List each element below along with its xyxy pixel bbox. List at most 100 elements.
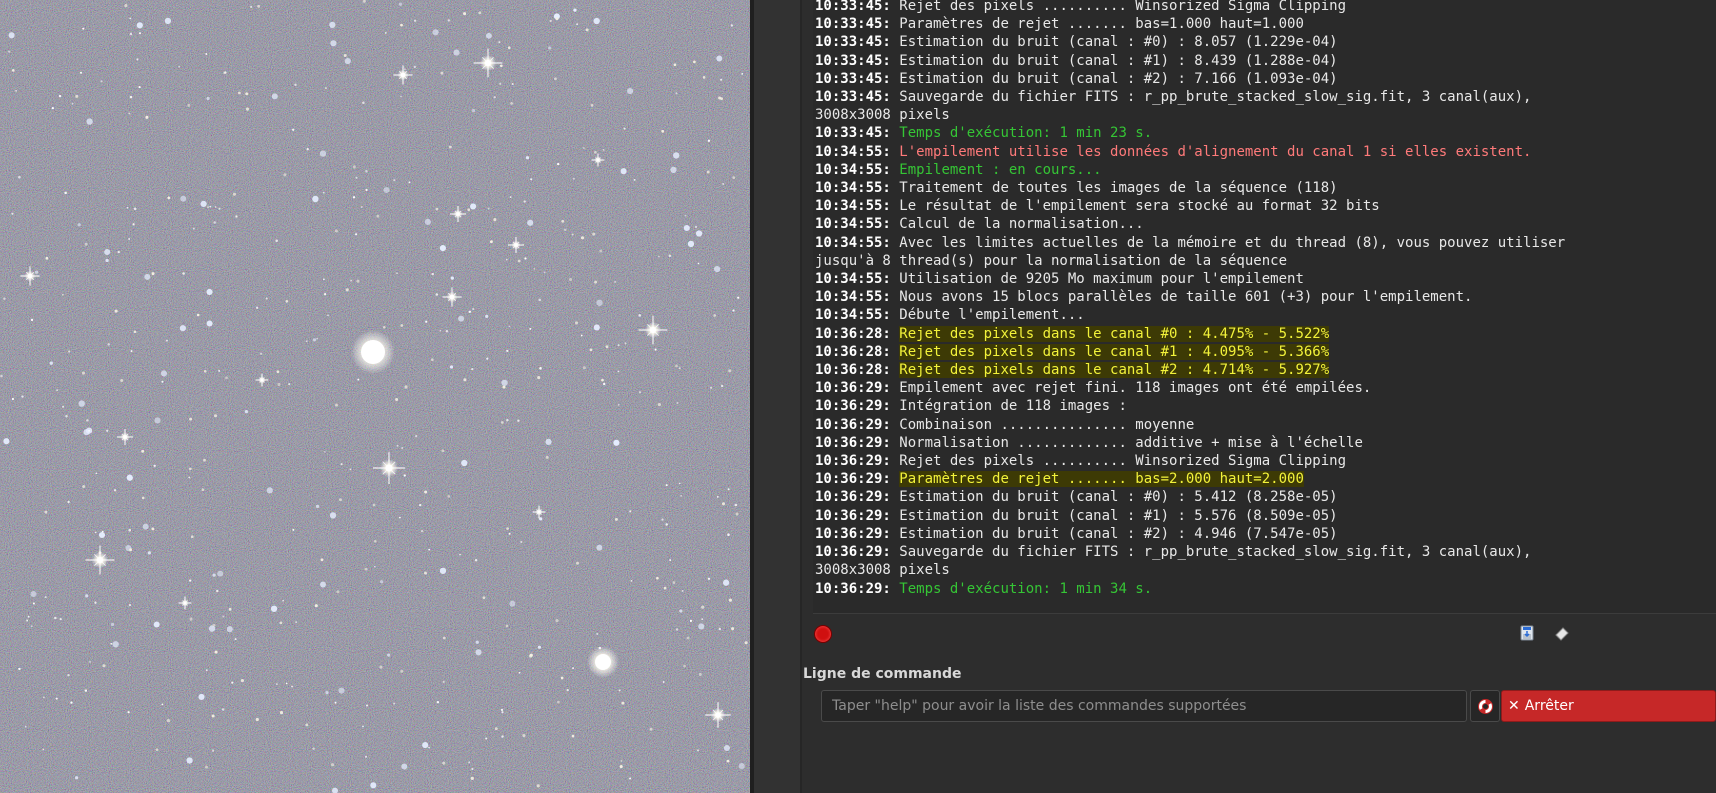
log-message: Débute l'empilement... xyxy=(899,307,1085,324)
log-line: 10:36:29: Intégration de 118 images : xyxy=(815,397,1715,415)
log-line: 10:34:55: Nous avons 15 blocs parallèles… xyxy=(815,288,1715,306)
log-timestamp: 10:34:55: xyxy=(815,289,891,306)
log-timestamp: 10:36:29: xyxy=(815,544,891,561)
log-message: Calcul de la normalisation... xyxy=(899,216,1144,233)
log-timestamp: 10:33:45: xyxy=(815,34,891,51)
image-viewer[interactable] xyxy=(0,0,750,793)
log-timestamp: 10:36:29: xyxy=(815,416,891,433)
log-line: 10:34:55: L'empilement utilise les donné… xyxy=(815,143,1715,161)
log-message: Estimation du bruit (canal : #0) : 8.057… xyxy=(899,34,1338,51)
log-message: Sauvegarde du fichier FITS : r_pp_brute_… xyxy=(899,89,1532,106)
log-timestamp: 10:36:29: xyxy=(815,380,891,397)
log-timestamp: 10:36:29: xyxy=(815,434,891,451)
log-message: Temps d'exécution: 1 min 34 s. xyxy=(899,580,1153,597)
log-message: Combinaison ............... moyenne xyxy=(899,416,1195,433)
log-line: 10:36:29: Sauvegarde du fichier FITS : r… xyxy=(815,543,1715,561)
panel-gutter xyxy=(754,0,800,793)
console-status-bar xyxy=(813,620,1716,646)
log-message: L'empilement utilise les données d'align… xyxy=(899,143,1532,160)
log-timestamp: 10:33:45: xyxy=(815,70,891,87)
log-timestamp: 10:36:28: xyxy=(815,325,891,342)
log-line: 10:34:55: Empilement : en cours... xyxy=(815,161,1715,179)
log-line: 10:33:45: Paramètres de rejet ....... ba… xyxy=(815,15,1715,33)
log-line: 10:33:45: Estimation du bruit (canal : #… xyxy=(815,33,1715,51)
log-message: Empilement avec rejet fini. 118 images o… xyxy=(899,380,1372,397)
log-line: 10:33:45: Rejet des pixels .......... Wi… xyxy=(815,0,1715,15)
log-line: 10:34:55: Traitement de toutes les image… xyxy=(815,179,1715,197)
log-line: 10:34:55: Le résultat de l'empilement se… xyxy=(815,197,1715,215)
log-line: 10:36:29: Paramètres de rejet ....... ba… xyxy=(815,470,1715,488)
log-console[interactable]: 10:33:45: Rejet des pixels .......... Wi… xyxy=(813,0,1716,614)
log-line: 10:33:45: Temps d'exécution: 1 min 23 s. xyxy=(815,124,1715,142)
log-line: 10:33:45: Estimation du bruit (canal : #… xyxy=(815,70,1715,88)
log-message: Rejet des pixels dans le canal #1 : 4.09… xyxy=(899,343,1330,360)
log-message: Temps d'exécution: 1 min 23 s. xyxy=(899,125,1153,142)
help-button[interactable] xyxy=(1470,690,1500,722)
log-timestamp: 10:34:55: xyxy=(815,216,891,233)
command-line-label: Ligne de commande xyxy=(803,666,962,682)
log-message: jusqu'à 8 thread(s) pour la normalisatio… xyxy=(815,252,1288,269)
log-message: Rejet des pixels dans le canal #2 : 4.71… xyxy=(899,362,1330,379)
log-message: Estimation du bruit (canal : #2) : 7.166… xyxy=(899,70,1338,87)
log-message: Avec les limites actuelles de la mémoire… xyxy=(899,234,1566,251)
stop-button-label: Arrêter xyxy=(1524,698,1574,714)
log-line: 10:36:28: Rejet des pixels dans le canal… xyxy=(815,343,1715,361)
log-message: 3008x3008 pixels xyxy=(815,562,950,579)
log-line: 10:33:45: Sauvegarde du fichier FITS : r… xyxy=(815,88,1715,106)
log-line: 10:36:28: Rejet des pixels dans le canal… xyxy=(815,325,1715,343)
log-message: Paramètres de rejet ....... bas=1.000 ha… xyxy=(899,16,1304,33)
log-message: Intégration de 118 images : xyxy=(899,398,1127,415)
log-line: 10:36:29: Rejet des pixels .......... Wi… xyxy=(815,452,1715,470)
log-line: 10:34:55: Débute l'empilement... xyxy=(815,306,1715,324)
log-message: Utilisation de 9205 Mo maximum pour l'em… xyxy=(899,271,1304,288)
x-icon: ✕ xyxy=(1508,698,1520,714)
log-message: 3008x3008 pixels xyxy=(815,107,950,124)
log-line: 10:34:55: Utilisation de 9205 Mo maximum… xyxy=(815,270,1715,288)
log-line: 10:36:29: Temps d'exécution: 1 min 34 s. xyxy=(815,580,1715,598)
log-message: Paramètres de rejet ....... bas=2.000 ha… xyxy=(899,471,1304,488)
log-message: Rejet des pixels .......... Winsorized S… xyxy=(899,453,1347,470)
star-field-image xyxy=(0,0,750,793)
log-timestamp: 10:36:28: xyxy=(815,362,891,379)
gutter-separator xyxy=(800,0,802,793)
log-message: Empilement : en cours... xyxy=(899,161,1102,178)
command-input[interactable] xyxy=(821,690,1467,722)
log-timestamp: 10:34:55: xyxy=(815,271,891,288)
log-message: Normalisation ............. additive + m… xyxy=(899,434,1363,451)
log-timestamp: 10:33:45: xyxy=(815,16,891,33)
log-timestamp: 10:36:29: xyxy=(815,471,891,488)
log-line: 10:33:45: Estimation du bruit (canal : #… xyxy=(815,52,1715,70)
log-message: Estimation du bruit (canal : #1) : 5.576… xyxy=(899,507,1338,524)
lifebuoy-icon xyxy=(1478,699,1493,714)
log-line: 3008x3008 pixels xyxy=(815,561,1715,579)
log-message: Sauvegarde du fichier FITS : r_pp_brute_… xyxy=(899,544,1532,561)
log-timestamp: 10:33:45: xyxy=(815,89,891,106)
stop-button[interactable]: ✕ Arrêter xyxy=(1501,690,1716,722)
log-line: 10:36:29: Empilement avec rejet fini. 11… xyxy=(815,379,1715,397)
log-message: Estimation du bruit (canal : #2) : 4.946… xyxy=(899,525,1338,542)
log-timestamp: 10:34:55: xyxy=(815,198,891,215)
log-line: 10:36:29: Combinaison ............... mo… xyxy=(815,416,1715,434)
log-timestamp: 10:34:55: xyxy=(815,307,891,324)
log-timestamp: 10:36:29: xyxy=(815,525,891,542)
log-timestamp: 10:36:29: xyxy=(815,580,891,597)
log-timestamp: 10:34:55: xyxy=(815,180,891,197)
log-line: 10:34:55: Calcul de la normalisation... xyxy=(815,215,1715,233)
log-timestamp: 10:34:55: xyxy=(815,143,891,160)
log-line: 10:36:29: Estimation du bruit (canal : #… xyxy=(815,525,1715,543)
save-log-icon[interactable] xyxy=(1518,624,1536,642)
log-timestamp: 10:36:29: xyxy=(815,398,891,415)
log-message: Rejet des pixels dans le canal #0 : 4.47… xyxy=(899,325,1330,342)
log-message: Nous avons 15 blocs parallèles de taille… xyxy=(899,289,1473,306)
red-stop-dot-icon[interactable] xyxy=(814,625,832,643)
log-timestamp: 10:34:55: xyxy=(815,161,891,178)
log-line: 10:36:29: Estimation du bruit (canal : #… xyxy=(815,507,1715,525)
log-line: 10:34:55: Avec les limites actuelles de … xyxy=(815,234,1715,252)
log-line: 3008x3008 pixels xyxy=(815,106,1715,124)
log-message: Traitement de toutes les images de la sé… xyxy=(899,180,1338,197)
eraser-icon[interactable] xyxy=(1553,624,1571,642)
log-timestamp: 10:34:55: xyxy=(815,234,891,251)
log-line: jusqu'à 8 thread(s) pour la normalisatio… xyxy=(815,252,1715,270)
log-timestamp: 10:36:28: xyxy=(815,343,891,360)
log-line: 10:36:29: Normalisation ............. ad… xyxy=(815,434,1715,452)
